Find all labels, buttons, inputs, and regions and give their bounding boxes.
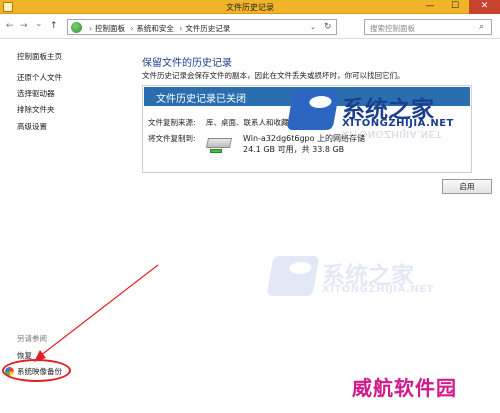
annotation-arrow bbox=[34, 264, 159, 362]
annotation-circle bbox=[2, 359, 71, 382]
